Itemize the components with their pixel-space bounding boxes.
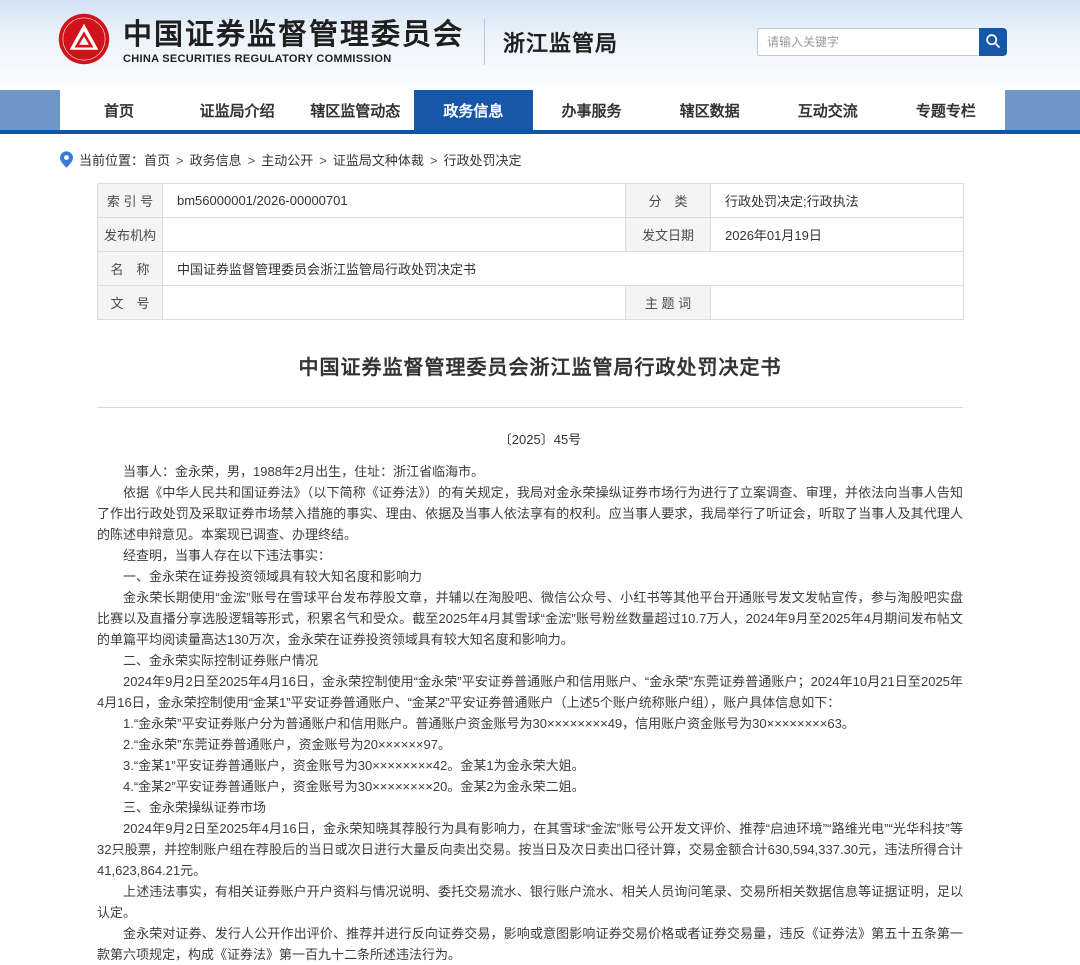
index-value: bm56000001/2026-00000701 [163,184,626,218]
org-name-cn: 中国证券监督管理委员会 [123,19,464,51]
paragraph: 3.“金某1”平安证券普通账户，资金账号为30××××××××42。金某1为金永… [97,755,963,776]
breadcrumb-separator: > [319,153,327,168]
category-label: 分 类 [626,184,711,218]
document-body: 当事人：金永荣，男，1988年2月出生，住址：浙江省临海市。依据《中华人民共和国… [97,461,963,965]
tab-政务信息[interactable]: 政务信息 [414,90,532,130]
paragraph: 4.“金某2”平安证券普通账户，资金账号为30××××××××20。金某2为金永… [97,776,963,797]
category-value: 行政处罚决定;行政执法 [711,184,964,218]
breadcrumb-link[interactable]: 行政处罚决定 [443,153,521,168]
nav-tabs: 首页证监局介绍辖区监管动态政务信息办事服务辖区数据互动交流专题专栏 [60,90,1005,130]
paragraph: 2.“金永荣”东莞证券普通账户，资金账号为20××××××97。 [97,734,963,755]
bureau-name: 浙江监管局 [503,26,618,58]
docno-value [163,286,626,320]
name-label: 名 称 [98,252,163,286]
nav-underline [0,130,1080,134]
table-row: 名 称 中国证券监督管理委员会浙江监管局行政处罚决定书 [98,252,964,286]
paragraph: 一、金永荣在证券投资领域具有较大知名度和影响力 [97,566,963,587]
search-button[interactable] [979,28,1007,56]
paragraph: 2024年9月2日至2025年4月16日，金永荣控制使用“金永荣”平安证券普通账… [97,671,963,713]
breadcrumb: 当前位置： 首页 > 政务信息 > 主动公开 > 证监局文种体裁 > 行政处罚决定 [60,149,1080,169]
docno-label: 文 号 [98,286,163,320]
tab-办事服务[interactable]: 办事服务 [533,90,651,130]
publisher-label: 发布机构 [98,218,163,252]
title-divider [97,407,963,408]
breadcrumb-link[interactable]: 政务信息 [190,153,242,168]
paragraph: 二、金永荣实际控制证券账户情况 [97,650,963,671]
paragraph: 上述违法事实，有相关证券账户开户资料与情况说明、委托交易流水、银行账户流水、相关… [97,881,963,923]
org-title: 中国证券监督管理委员会 CHINA SECURITIES REGULATORY … [123,19,464,65]
breadcrumb-separator: > [248,153,256,168]
table-row: 文 号 主 题 词 [98,286,964,320]
paragraph: 1.“金永荣”平安证券账户分为普通账户和信用账户。普通账户资金账号为30××××… [97,713,963,734]
search-box [757,28,1007,56]
date-label: 发文日期 [626,218,711,252]
index-label: 索 引 号 [98,184,163,218]
document-number: 〔2025〕45号 [0,429,1080,448]
table-row: 发布机构 发文日期 2026年01月19日 [98,218,964,252]
org-name-en: CHINA SECURITIES REGULATORY COMMISSION [123,53,464,65]
header-divider [484,19,485,65]
date-value: 2026年01月19日 [711,218,964,252]
breadcrumb-link[interactable]: 首页 [144,153,170,168]
tab-辖区数据[interactable]: 辖区数据 [651,90,769,130]
tab-辖区监管动态[interactable]: 辖区监管动态 [296,90,414,130]
breadcrumb-prefix: 当前位置： [79,150,144,169]
breadcrumb-items: 首页 > 政务信息 > 主动公开 > 证监局文种体裁 > 行政处罚决定 [144,150,521,169]
paragraph: 金永荣对证券、发行人公开作出评价、推荐并进行反向证券交易，影响或意图影响证券交易… [97,923,963,965]
paragraph: 经查明，当事人存在以下违法事实： [97,545,963,566]
logo-block: 中国证券监督管理委员会 CHINA SECURITIES REGULATORY … [57,12,618,71]
tab-首页[interactable]: 首页 [60,90,178,130]
breadcrumb-separator: > [176,153,184,168]
search-input[interactable] [757,28,979,56]
table-row: 索 引 号 bm56000001/2026-00000701 分 类 行政处罚决… [98,184,964,218]
keywords-label: 主 题 词 [626,286,711,320]
location-pin-icon [60,151,73,168]
main-nav: 首页证监局介绍辖区监管动态政务信息办事服务辖区数据互动交流专题专栏 [0,90,1080,130]
paragraph: 2024年9月2日至2025年4月16日，金永荣知晓其荐股行为具有影响力，在其雪… [97,818,963,881]
csrc-seal-icon [57,12,111,71]
paragraph: 金永荣长期使用“金浤”账号在雪球平台发布荐股文章，并辅以在淘股吧、微信公众号、小… [97,587,963,650]
document-title: 中国证券监督管理委员会浙江监管局行政处罚决定书 [0,351,1080,380]
name-value: 中国证券监督管理委员会浙江监管局行政处罚决定书 [163,252,964,286]
site-header: 中国证券监督管理委员会 CHINA SECURITIES REGULATORY … [0,0,1080,90]
breadcrumb-separator: > [430,153,438,168]
breadcrumb-link[interactable]: 主动公开 [261,153,313,168]
tab-专题专栏[interactable]: 专题专栏 [887,90,1005,130]
search-icon [985,33,1001,52]
paragraph: 当事人：金永荣，男，1988年2月出生，住址：浙江省临海市。 [97,461,963,482]
tab-证监局介绍[interactable]: 证监局介绍 [178,90,296,130]
tab-互动交流[interactable]: 互动交流 [769,90,887,130]
paragraph: 依据《中华人民共和国证券法》（以下简称《证券法》）的有关规定，我局对金永荣操纵证… [97,482,963,545]
keywords-value [711,286,964,320]
breadcrumb-link[interactable]: 证监局文种体裁 [333,153,424,168]
publisher-value [163,218,626,252]
meta-table: 索 引 号 bm56000001/2026-00000701 分 类 行政处罚决… [97,183,964,320]
